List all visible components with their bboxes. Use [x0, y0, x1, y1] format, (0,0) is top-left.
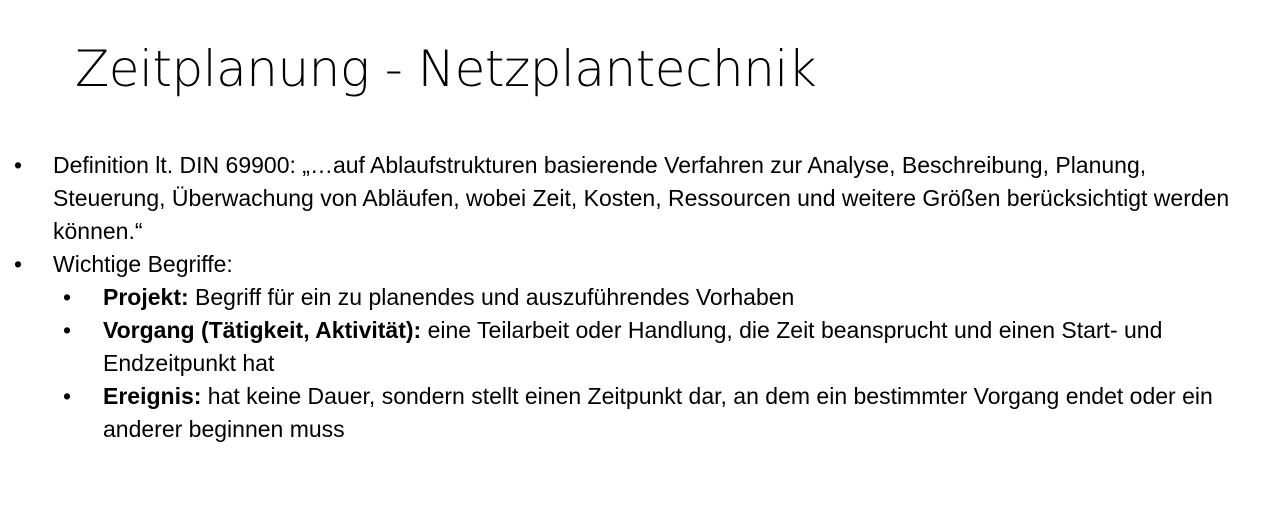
bullet-dot: •	[14, 251, 23, 277]
bullet-definition: • Definition lt. DIN 69900: „…auf Ablauf…	[0, 149, 1258, 248]
term-label: Vorgang (Tätigkeit, Aktivität):	[103, 317, 422, 343]
bullet-text: Wichtige Begriffe:	[53, 251, 233, 277]
bullet-dot: •	[63, 317, 72, 343]
bullet-dot: •	[63, 383, 72, 409]
sub-bullet-ereignis: • Ereignis: hat keine Dauer, sondern ste…	[0, 380, 1263, 446]
slide-content: • Definition lt. DIN 69900: „…auf Ablauf…	[0, 149, 1277, 446]
sub-bullet-projekt: • Projekt: Begriff für ein zu planendes …	[0, 281, 1263, 314]
bullet-key-terms: • Wichtige Begriffe:	[0, 248, 1258, 281]
term-label: Projekt:	[103, 284, 189, 310]
bullet-dot: •	[63, 284, 72, 310]
slide: Zeitplanung - Netzplantechnik • Definiti…	[0, 0, 1277, 530]
term-label: Ereignis:	[103, 383, 202, 409]
sub-bullet-vorgang: • Vorgang (Tätigkeit, Aktivität): eine T…	[0, 314, 1263, 380]
term-definition: hat keine Dauer, sondern stellt einen Ze…	[103, 383, 1213, 442]
bullet-text: Definition lt. DIN 69900: „…auf Ablaufst…	[53, 152, 1230, 244]
bullet-dot: •	[14, 152, 23, 178]
slide-title: Zeitplanung - Netzplantechnik	[75, 40, 817, 98]
term-definition: Begriff für ein zu planendes und auszufü…	[188, 284, 795, 310]
